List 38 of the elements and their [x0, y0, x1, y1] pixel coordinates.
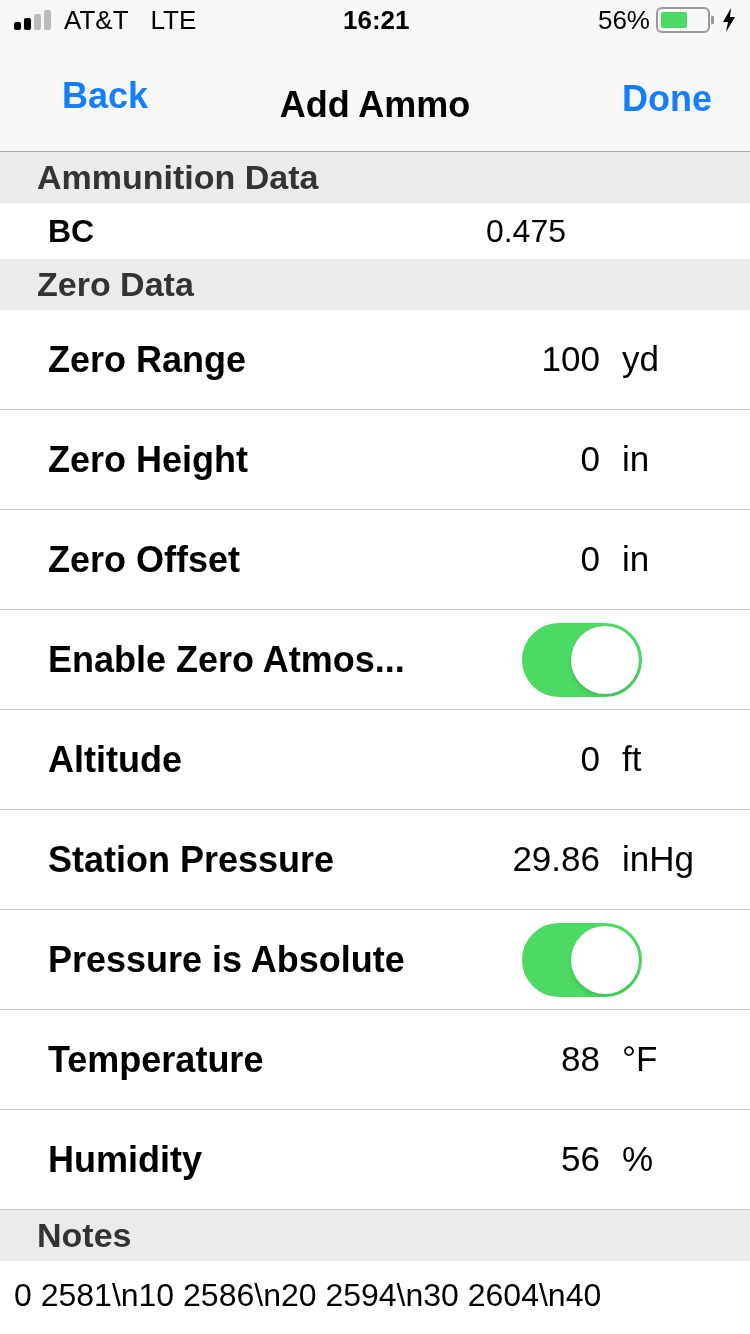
unit-text: ft	[621, 738, 643, 781]
done-button[interactable]: Done	[622, 71, 712, 126]
row-value: 88	[560, 1038, 600, 1081]
unit-text: yd	[621, 338, 660, 381]
section-header: Zero Data	[0, 259, 750, 310]
unit-text: in	[621, 538, 651, 581]
row-value: 0	[579, 538, 600, 581]
time-text: 16:21	[343, 3, 410, 37]
unit-text: %	[621, 1138, 655, 1181]
battery-icon	[656, 7, 716, 33]
unit-text: in	[621, 438, 651, 481]
row-value: 0	[579, 738, 600, 781]
network-text: LTE	[150, 3, 197, 37]
row-value: 100	[540, 338, 600, 381]
section-header: Notes	[0, 1210, 750, 1261]
row-label: Zero Offset	[48, 537, 241, 582]
row-label: Altitude	[48, 737, 182, 782]
charging-bolt-icon	[722, 8, 736, 32]
section-header: Ammunition Data	[0, 152, 750, 203]
battery-percent: 56%	[597, 3, 650, 37]
row-label: Pressure is Absolute	[48, 937, 405, 982]
row-label: BC	[48, 212, 95, 251]
back-button[interactable]: Back	[62, 68, 149, 123]
row-label: Zero Height	[48, 437, 248, 482]
row-label: Temperature	[48, 1037, 264, 1082]
row-value: 0.475	[485, 212, 566, 251]
unit-text: °F	[621, 1038, 659, 1081]
row-label: Enable Zero Atmos...	[48, 637, 405, 682]
row-value: 56	[560, 1138, 600, 1181]
row-label: Humidity	[48, 1137, 202, 1182]
row-value: 0	[579, 438, 600, 481]
row-value: 29.86	[511, 838, 600, 881]
carrier-text: AT&T	[64, 3, 129, 37]
notes-text: 0 2581\n10 2586\n20 2594\n30 2604\n40	[14, 1276, 603, 1315]
nav-title: Add Ammo	[278, 83, 472, 127]
row-label: Station Pressure	[48, 837, 335, 882]
unit-text: inHg	[621, 838, 695, 881]
row-label: Zero Range	[48, 337, 247, 382]
